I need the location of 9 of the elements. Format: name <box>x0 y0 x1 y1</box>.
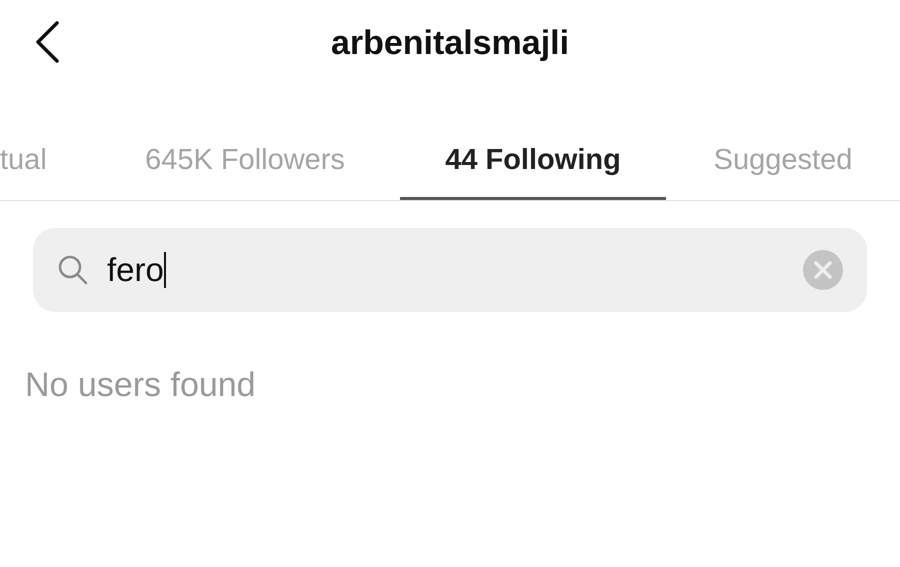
tab[interactable]: 44 Following <box>400 124 666 200</box>
search-icon <box>57 254 89 286</box>
tab[interactable]: 645K Followers <box>90 124 400 200</box>
tab[interactable]: Suggested <box>666 124 900 200</box>
empty-message: No users found <box>25 366 256 404</box>
search-field[interactable]: fero <box>33 228 867 312</box>
tab[interactable]: tual <box>0 124 90 200</box>
back-icon <box>35 21 59 63</box>
profile-username: arbenitalsmajli <box>330 22 570 64</box>
